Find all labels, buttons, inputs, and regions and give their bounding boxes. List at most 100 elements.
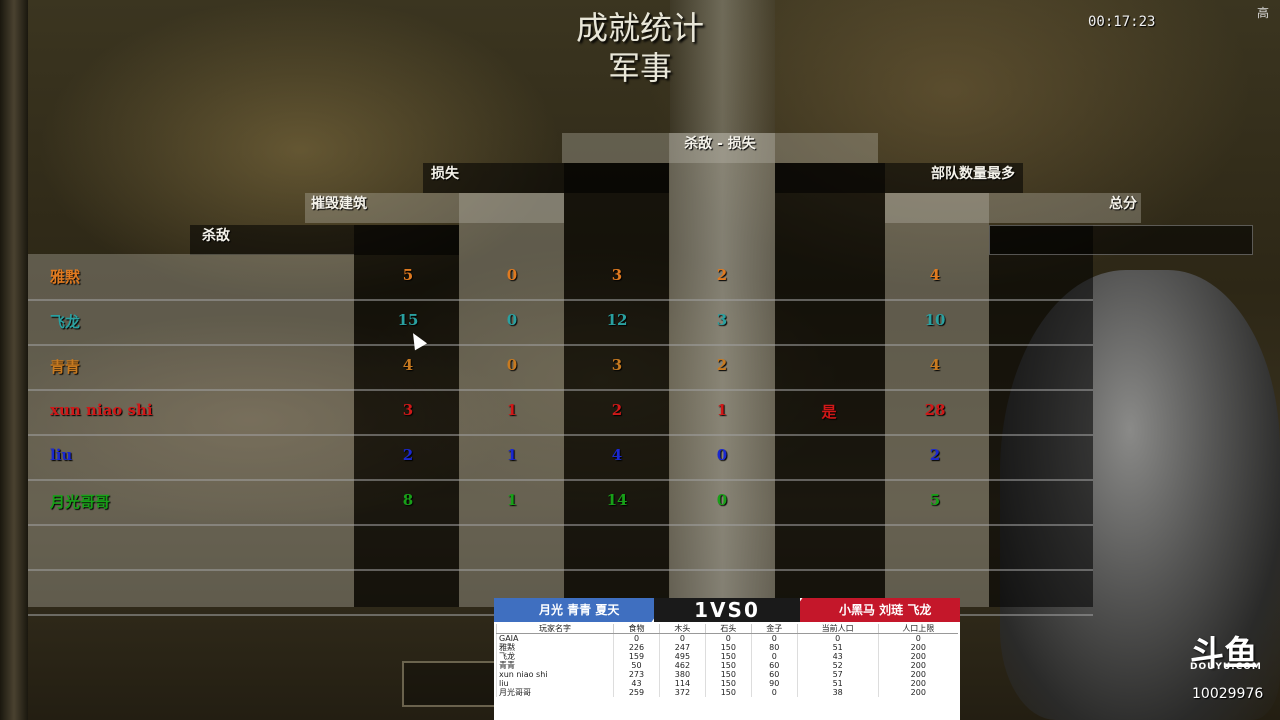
- table-row: liu 43 114 150 90 51 200: [495, 679, 958, 688]
- resource-cell: 50: [613, 661, 660, 670]
- resource-cell: 0: [613, 633, 660, 643]
- stat-score: 4: [929, 266, 941, 284]
- stat-losses: 2: [611, 401, 623, 419]
- resource-cell: 259: [613, 688, 660, 697]
- player-row: 雅黙 5 0 3 2 4: [28, 254, 1093, 301]
- stat-losses: 3: [611, 266, 623, 284]
- resource-cell: 51: [796, 643, 879, 652]
- resource-cell: 38: [796, 688, 879, 697]
- resource-cell: 飞龙: [495, 652, 614, 661]
- razed-header: 摧毁建筑: [311, 196, 367, 212]
- stat-kills: 3: [402, 401, 414, 419]
- resource-header: 人口上限: [877, 624, 958, 634]
- stat-razed: 1: [506, 491, 518, 509]
- bottom-button-frame[interactable]: [402, 661, 498, 707]
- douyu-site: DOUYU.COM: [1190, 662, 1262, 672]
- left-frame: [0, 0, 28, 720]
- losses-header: 损失: [431, 166, 459, 182]
- right-team-names: 小黑马 刘琏 飞龙: [839, 603, 932, 617]
- stat-kd: 2: [716, 356, 728, 374]
- resource-cell: 372: [658, 688, 706, 697]
- player-name: liu: [50, 446, 73, 464]
- player-name: 飞龙: [50, 313, 81, 331]
- stat-kd: 1: [716, 401, 728, 419]
- player-row: 青青 4 0 3 2 4: [28, 344, 1093, 391]
- resource-cell: xun niao shi: [495, 670, 614, 679]
- table-row: 雅黙 226 247 150 80 51 200: [495, 643, 958, 652]
- stat-kills: 4: [402, 356, 414, 374]
- stat-losses: 12: [606, 311, 628, 329]
- resource-cell: 0: [877, 633, 958, 643]
- stat-kd: 0: [716, 446, 728, 464]
- stat-razed: 0: [506, 356, 518, 374]
- resource-cell: 80: [750, 643, 798, 652]
- page-subtitle: 军事: [607, 49, 672, 87]
- largest-header: 部队数量最多: [931, 166, 1015, 182]
- resource-cell: 51: [796, 679, 879, 688]
- resource-cell: 150: [704, 661, 752, 670]
- resource-cell: 52: [796, 661, 879, 670]
- resource-cell: 90: [750, 679, 798, 688]
- resource-cell: 200: [877, 688, 958, 697]
- resource-header: 金子: [750, 624, 798, 634]
- resource-cell: 月光哥哥: [495, 688, 614, 697]
- stat-losses: 3: [611, 356, 623, 374]
- resource-cell: 150: [704, 652, 752, 661]
- resource-cell: 380: [658, 670, 706, 679]
- resource-cell: 226: [613, 643, 660, 652]
- stat-score: 2: [929, 446, 941, 464]
- game-timer: 00:17:23: [1088, 14, 1156, 30]
- corner-label: 高: [1257, 6, 1270, 20]
- resource-cell: 青青: [495, 661, 614, 670]
- player-name: 青青: [50, 358, 81, 376]
- stat-kills: 15: [397, 311, 419, 329]
- resource-cell: 雅黙: [495, 643, 614, 652]
- stat-kd: 0: [716, 491, 728, 509]
- player-row: xun niao shi 3 1 2 1 是 28: [28, 389, 1093, 436]
- losses-header-bg: [423, 163, 669, 193]
- stat-losses: 4: [611, 446, 623, 464]
- resource-cell: liu: [495, 679, 614, 688]
- table-row: GAIA 0 0 0 0 0 0: [495, 633, 958, 643]
- stat-score: 10: [924, 311, 946, 329]
- resource-cell: 0: [750, 688, 798, 697]
- resource-cell: 0: [750, 633, 798, 643]
- player-row: [28, 524, 1093, 571]
- resource-cell: 57: [796, 670, 879, 679]
- resource-cell: 200: [877, 643, 958, 652]
- stat-score: 4: [929, 356, 941, 374]
- resource-cell: 0: [704, 633, 752, 643]
- room-id: 10029976: [1192, 686, 1264, 702]
- match-score: 1VS0: [654, 598, 800, 622]
- stat-razed: 1: [506, 401, 518, 419]
- resource-cell: 200: [877, 652, 958, 661]
- stat-score: 28: [924, 401, 946, 419]
- resource-cell: 150: [704, 643, 752, 652]
- player-name: xun niao shi: [50, 401, 153, 419]
- resource-header: 木头: [658, 624, 706, 634]
- resource-header: 当前人口: [796, 624, 879, 634]
- resource-header: 食物: [613, 624, 660, 634]
- table-row: xun niao shi 273 380 150 60 57 200: [495, 670, 958, 679]
- stat-kd: 3: [716, 311, 728, 329]
- resource-cell: 0: [796, 633, 879, 643]
- player-name: 月光哥哥: [50, 493, 111, 511]
- kills-header: 杀敌: [202, 228, 230, 244]
- stat-razed: 1: [506, 446, 518, 464]
- player-name: 雅黙: [50, 268, 81, 286]
- stat-kills: 8: [402, 491, 414, 509]
- page-title: 成就统计: [575, 9, 704, 47]
- resource-header: 玩家名字: [495, 624, 614, 634]
- table-row: 青青 50 462 150 60 52 200: [495, 661, 958, 670]
- resource-cell: 43: [796, 652, 879, 661]
- resource-cell: 150: [704, 688, 752, 697]
- resource-cell: 200: [877, 661, 958, 670]
- score-header: 总分: [1109, 196, 1137, 212]
- stat-kd: 2: [716, 266, 728, 284]
- kd-header: 杀敌 - 损失: [684, 136, 756, 152]
- resource-header: 石头: [704, 624, 752, 634]
- player-row: liu 2 1 4 0 2: [28, 434, 1093, 481]
- table-row: 月光哥哥 259 372 150 0 38 200: [495, 688, 958, 697]
- left-team-names: 月光 青青 夏天: [539, 603, 620, 617]
- resource-cell: 200: [877, 670, 958, 679]
